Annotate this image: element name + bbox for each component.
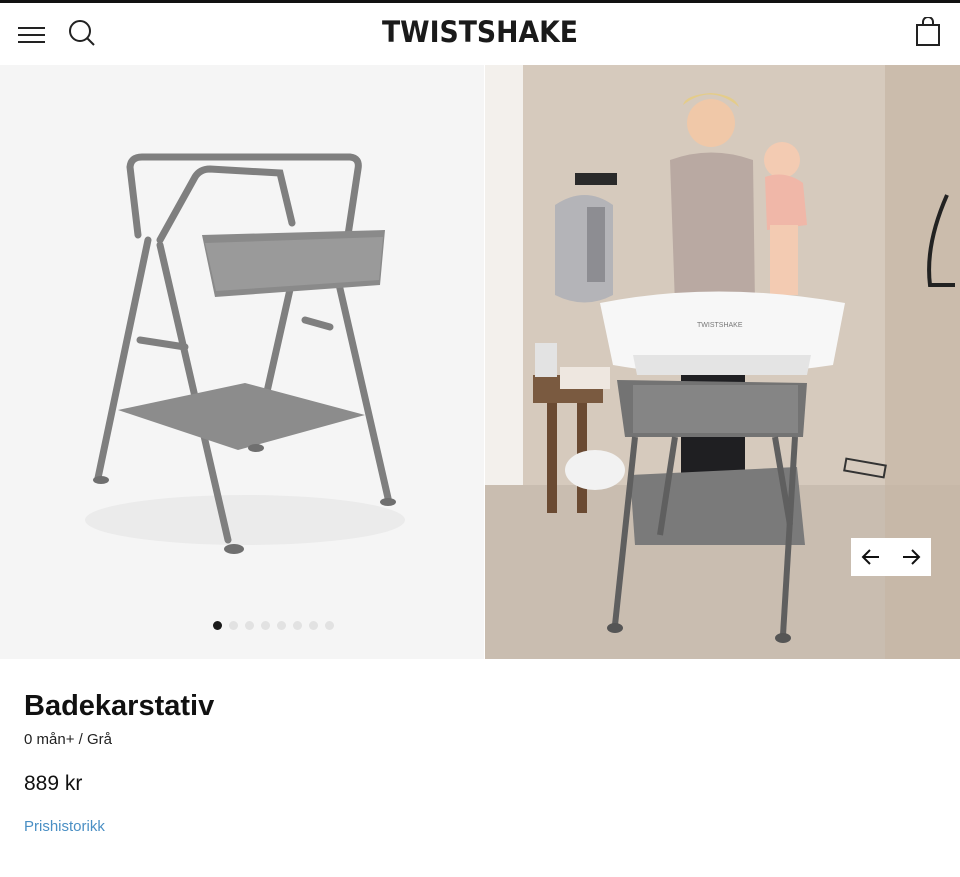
slide-dot[interactable] <box>325 621 334 630</box>
product-image-lifestyle[interactable]: TWISTSHAKE <box>485 65 960 659</box>
slide-indicator <box>213 621 334 631</box>
gallery-nav <box>851 538 931 576</box>
slide-dot[interactable] <box>293 621 302 630</box>
price-history-link[interactable]: Prishistorikk <box>24 818 105 835</box>
slide-dot[interactable] <box>261 621 270 630</box>
arrow-right-icon[interactable] <box>891 538 931 576</box>
slide-dot[interactable] <box>213 621 222 630</box>
slide-dot[interactable] <box>309 621 318 630</box>
bath-brand-print: TWISTSHAKE <box>697 322 743 329</box>
product-image-stand[interactable] <box>0 65 484 659</box>
product-info: Badekarstativ 0 mån+ / Grå 889 kr Prishi… <box>24 686 924 836</box>
slide-dot[interactable] <box>277 621 286 630</box>
product-gallery: TWISTSHAKE <box>0 65 960 659</box>
site-header: TWISTSHAKE <box>0 3 960 65</box>
arrow-left-icon[interactable] <box>851 538 891 576</box>
product-variant: 0 mån+ / Grå <box>24 731 112 748</box>
product-price: 889 kr <box>24 772 83 795</box>
shopping-bag-icon[interactable] <box>914 16 942 47</box>
slide-dot[interactable] <box>245 621 254 630</box>
product-title: Badekarstativ <box>24 690 215 722</box>
brand-logo[interactable]: TWISTSHAKE <box>38 15 921 49</box>
slide-dot[interactable] <box>229 621 238 630</box>
